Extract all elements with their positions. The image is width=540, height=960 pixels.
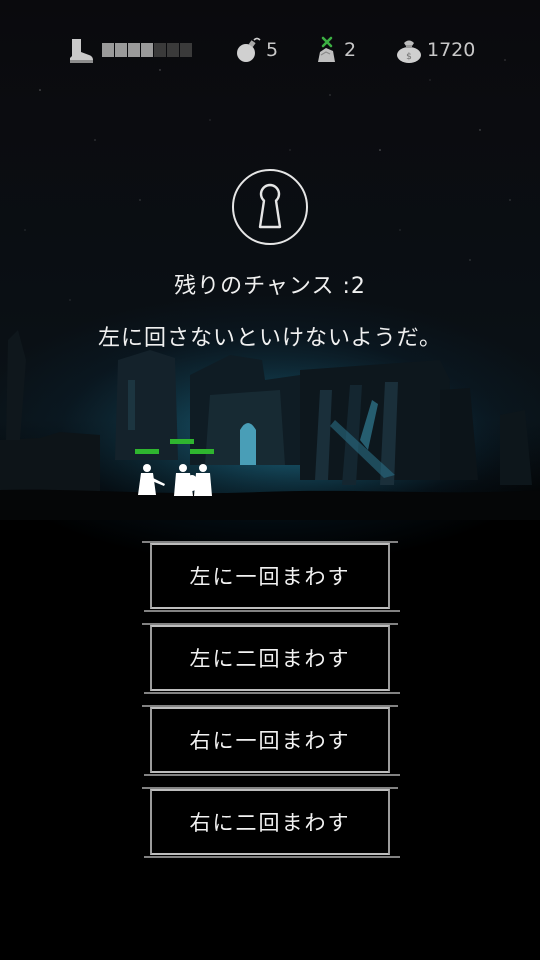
stamina-segment: [102, 43, 114, 57]
money-counter: $ 1720: [394, 32, 475, 68]
stamina-segment: [141, 43, 153, 57]
choice-list: 左に一回まわす 左に二回まわす 右に一回まわす 右に二回まわす: [142, 541, 400, 871]
stamina-segment: [115, 43, 127, 57]
stamina-segment: [180, 43, 192, 57]
bomb-icon: [237, 37, 261, 62]
remaining-chances: 残りのチャンス :2: [174, 274, 366, 299]
choice-button-3[interactable]: 右に一回まわす: [142, 705, 400, 776]
party-hp-bar-1: [135, 449, 159, 454]
game-screen: 5 2 $ 1720 残りのチャンス :2 左に回さないといけないようだ。 左に…: [0, 0, 540, 960]
boot-icon: [70, 39, 93, 63]
stamina-segment: [167, 43, 179, 57]
stamina-segment: [154, 43, 166, 57]
choice-label: 右に二回まわす: [189, 811, 351, 835]
party-hp-bar-2: [170, 439, 194, 444]
bomb-counter: 5: [233, 32, 278, 68]
hud-bar: 5 2 $ 1720: [0, 32, 540, 68]
ore-counter: 2: [311, 32, 356, 68]
ore-pickaxe-icon: [318, 36, 335, 62]
choice-label: 左に一回まわす: [189, 565, 351, 589]
svg-text:$: $: [406, 52, 412, 62]
choice-label: 左に二回まわす: [189, 647, 351, 671]
choice-button-2[interactable]: 左に二回まわす: [142, 623, 400, 694]
stamina-bar: [102, 43, 192, 57]
keyhole-icon: [232, 169, 308, 245]
money-bag-icon: $: [397, 40, 421, 63]
party-hp-bar-3: [190, 449, 214, 454]
choice-label: 右に一回まわす: [189, 729, 351, 753]
ore-count: 2: [344, 39, 357, 61]
stamina-indicator: [66, 32, 192, 68]
money-count: 1720: [427, 39, 476, 61]
ruins-scene: [0, 330, 540, 520]
choice-button-4[interactable]: 右に二回まわす: [142, 787, 400, 858]
stamina-segment: [128, 43, 140, 57]
bomb-count: 5: [266, 39, 279, 61]
choice-button-1[interactable]: 左に一回まわす: [142, 541, 400, 612]
